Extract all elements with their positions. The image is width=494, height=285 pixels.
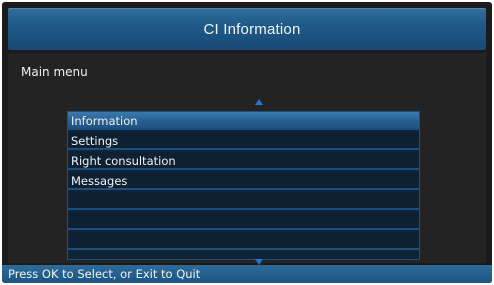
menu-list: Information Settings Right consultation …: [67, 111, 420, 260]
menu-item-empty: [68, 192, 419, 210]
menu-item-information[interactable]: Information: [68, 112, 419, 130]
menu-item-empty: [68, 232, 419, 250]
ci-information-screen: CI Information Main menu Information Set…: [2, 2, 492, 283]
main-panel: Main menu Information Settings Right con…: [8, 53, 486, 265]
menu-item-empty: [68, 212, 419, 230]
menu-item-messages[interactable]: Messages: [68, 172, 419, 190]
menu-item-settings[interactable]: Settings: [68, 132, 419, 150]
status-bar: Press OK to Select, or Exit to Quit: [2, 265, 492, 283]
status-text: Press OK to Select, or Exit to Quit: [8, 267, 201, 281]
title-bar: CI Information: [8, 8, 486, 50]
menu-item-right-consultation[interactable]: Right consultation: [68, 152, 419, 170]
page-title: CI Information: [203, 20, 301, 38]
menu-title: Main menu: [21, 65, 88, 79]
scroll-up-arrow-icon[interactable]: [255, 99, 263, 105]
